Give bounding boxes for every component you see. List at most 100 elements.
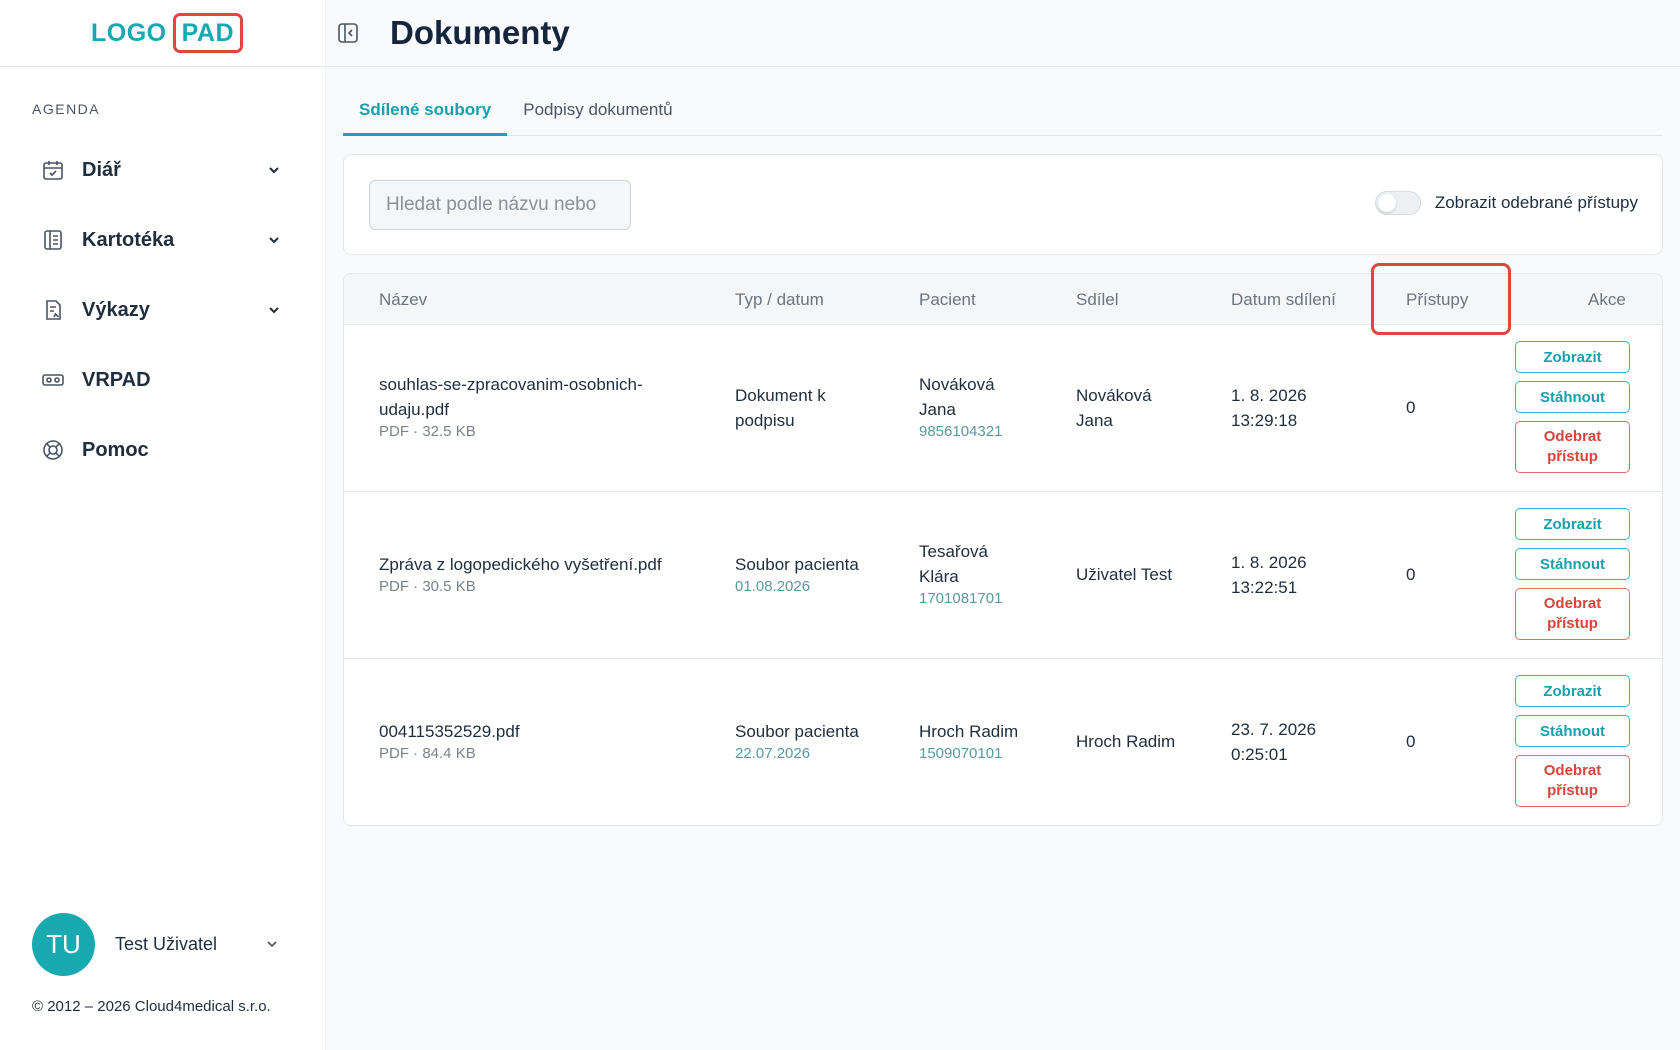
file-name[interactable]: souhlas-se-zpracovanim-osobnich- <box>379 372 643 397</box>
column-header-name[interactable]: Název <box>379 290 427 310</box>
tab-document-signatures[interactable]: Podpisy dokumentů <box>507 90 688 136</box>
logo-text-b: PAD <box>172 13 244 53</box>
file-name[interactable]: Zpráva z logopedického vyšetření.pdf <box>379 552 662 577</box>
accesses-count: 0 <box>1406 732 1416 751</box>
type-text: Soubor pacienta <box>735 722 859 741</box>
chevron-down-icon <box>269 167 279 174</box>
page-header: Dokumenty <box>326 0 1680 67</box>
report-icon <box>40 297 66 323</box>
file-name[interactable]: 004115352529.pdf <box>379 719 520 744</box>
logo[interactable]: LOGO PAD <box>91 13 244 53</box>
revoke-label: Odebrat <box>1543 595 1602 612</box>
download-button[interactable]: Stáhnout <box>1515 715 1630 747</box>
share-date-cell: 1. 8. 2026 13:29:18 <box>1231 383 1307 433</box>
vr-headset-icon <box>40 367 66 393</box>
type-cell: Dokument k podpisu <box>735 383 826 433</box>
shared-by: Hroch Radim <box>1076 732 1176 751</box>
search-input[interactable] <box>369 180 631 230</box>
file-name-cell: 004115352529.pdf PDF · 84.4 KB <box>379 719 520 764</box>
shared-by-cell: Nováková Jana <box>1076 383 1152 433</box>
column-header-actions: Akce <box>1588 290 1626 309</box>
show-revoked-toggle[interactable] <box>1374 191 1421 215</box>
share-time: 13:22:51 <box>1231 578 1298 597</box>
file-name-cell: souhlas-se-zpracovanim-osobnich- udaju.p… <box>379 372 643 442</box>
sidebar-item-label: Diář <box>82 158 121 181</box>
sidebar-item-diar[interactable]: Diář <box>0 135 326 205</box>
accesses-count: 0 <box>1406 565 1416 584</box>
user-menu[interactable]: TU Test Uživatel <box>32 912 292 976</box>
revoke-label: přístup <box>1547 448 1598 465</box>
revoke-label: přístup <box>1547 615 1598 632</box>
share-time: 0:25:01 <box>1231 745 1288 764</box>
view-button[interactable]: Zobrazit <box>1515 341 1630 373</box>
show-revoked-toggle-wrap: Zobrazit odebrané přístupy <box>1374 191 1638 215</box>
patient-cell: Nováková Jana 9856104321 <box>919 372 1002 442</box>
share-date-cell: 23. 7. 2026 0:25:01 <box>1231 717 1316 767</box>
share-date-cell: 1. 8. 2026 13:22:51 <box>1231 550 1307 600</box>
logo-text-a: LOGO <box>91 18 167 47</box>
revoke-label: Odebrat <box>1543 428 1602 445</box>
file-name[interactable]: udaju.pdf <box>379 397 643 422</box>
sidebar-item-kartoteka[interactable]: Kartotéka <box>0 205 326 275</box>
sidebar-item-vrpad[interactable]: VRPAD <box>0 345 326 415</box>
sidebar-item-label: VRPAD <box>82 368 151 391</box>
column-header-type-date[interactable]: Typ / datum <box>735 290 824 310</box>
share-date: 23. 7. 2026 <box>1231 720 1317 739</box>
section-label-agenda: AGENDA <box>32 101 101 117</box>
sidebar-item-vykazy[interactable]: Výkazy <box>0 275 326 345</box>
share-time: 13:29:18 <box>1231 411 1298 430</box>
revoke-access-button[interactable]: Odebrat přístup <box>1515 588 1630 640</box>
sidebar-item-pomoc[interactable]: Pomoc <box>0 415 326 485</box>
share-date: 1. 8. 2026 <box>1231 386 1307 405</box>
patient-cell: Tesařová Klára 1701081701 <box>919 539 1002 609</box>
revoke-label: Odebrat <box>1543 762 1602 779</box>
chevron-down-icon <box>269 307 279 314</box>
sidebar-item-label: Výkazy <box>82 298 150 321</box>
patient-id: 1509070101 <box>919 745 1003 762</box>
copyright: © 2012 – 2026 Cloud4medical s.r.o. <box>32 998 271 1015</box>
chevron-down-icon <box>267 941 277 948</box>
file-info: PDF · 30.5 KB <box>379 578 476 595</box>
type-text: Soubor pacienta <box>735 555 859 574</box>
sidebar-item-label: Kartotéka <box>82 228 175 251</box>
patient-name: Nováková <box>919 375 995 394</box>
patient-cell: Hroch Radim 1509070101 <box>919 719 1018 764</box>
download-button[interactable]: Stáhnout <box>1515 548 1630 580</box>
patient-name: Tesařová <box>919 542 988 561</box>
column-header-shared-by[interactable]: Sdílel <box>1076 290 1119 310</box>
file-info: PDF · 32.5 KB <box>379 423 476 440</box>
user-name: Test Uživatel <box>115 933 218 954</box>
lifebuoy-icon <box>40 437 66 463</box>
type-date: 22.07.2026 <box>735 745 811 762</box>
share-date: 1. 8. 2026 <box>1231 553 1307 572</box>
revoke-label: přístup <box>1547 782 1598 799</box>
column-header-share-date[interactable]: Datum sdílení <box>1231 290 1336 310</box>
revoke-access-button[interactable]: Odebrat přístup <box>1515 755 1630 807</box>
type-date: 01.08.2026 <box>735 578 811 595</box>
shared-by-cell: Uživatel Test <box>1076 562 1172 587</box>
type-text: podpisu <box>735 411 795 430</box>
type-text: Dokument k <box>735 386 826 405</box>
view-button[interactable]: Zobrazit <box>1515 508 1630 540</box>
shared-by: Nováková <box>1076 386 1152 405</box>
type-cell: Soubor pacienta 22.07.2026 <box>735 719 859 764</box>
sidebar-item-label: Pomoc <box>82 438 149 461</box>
toggle-knob <box>1377 194 1396 212</box>
row-actions: Zobrazit Stáhnout Odebrat přístup <box>1515 508 1630 648</box>
tab-shared-files[interactable]: Sdílené soubory <box>343 90 508 136</box>
filter-card: Zobrazit odebrané přístupy <box>343 154 1663 255</box>
row-actions: Zobrazit Stáhnout Odebrat přístup <box>1515 341 1630 481</box>
shared-by-cell: Hroch Radim <box>1076 729 1175 754</box>
sidebar-collapse-icon[interactable] <box>336 21 360 45</box>
table-row: 004115352529.pdf PDF · 84.4 KB Soubor pa… <box>344 659 1662 826</box>
column-header-patient[interactable]: Pacient <box>919 290 976 310</box>
download-button[interactable]: Stáhnout <box>1515 381 1630 413</box>
sidebar-nav: Diář Kartotéka Výkazy VRPAD Pomoc <box>0 135 326 485</box>
sidebar: LOGO PAD AGENDA Diář Kartotéka Výkazy VR… <box>0 0 326 1050</box>
view-button[interactable]: Zobrazit <box>1515 675 1630 707</box>
shared-by: Uživatel Test <box>1076 565 1173 584</box>
patient-name: Hroch Radim <box>919 722 1019 741</box>
revoke-access-button[interactable]: Odebrat přístup <box>1515 421 1630 473</box>
show-revoked-label: Zobrazit odebrané přístupy <box>1434 193 1638 212</box>
page-title: Dokumenty <box>390 14 570 51</box>
